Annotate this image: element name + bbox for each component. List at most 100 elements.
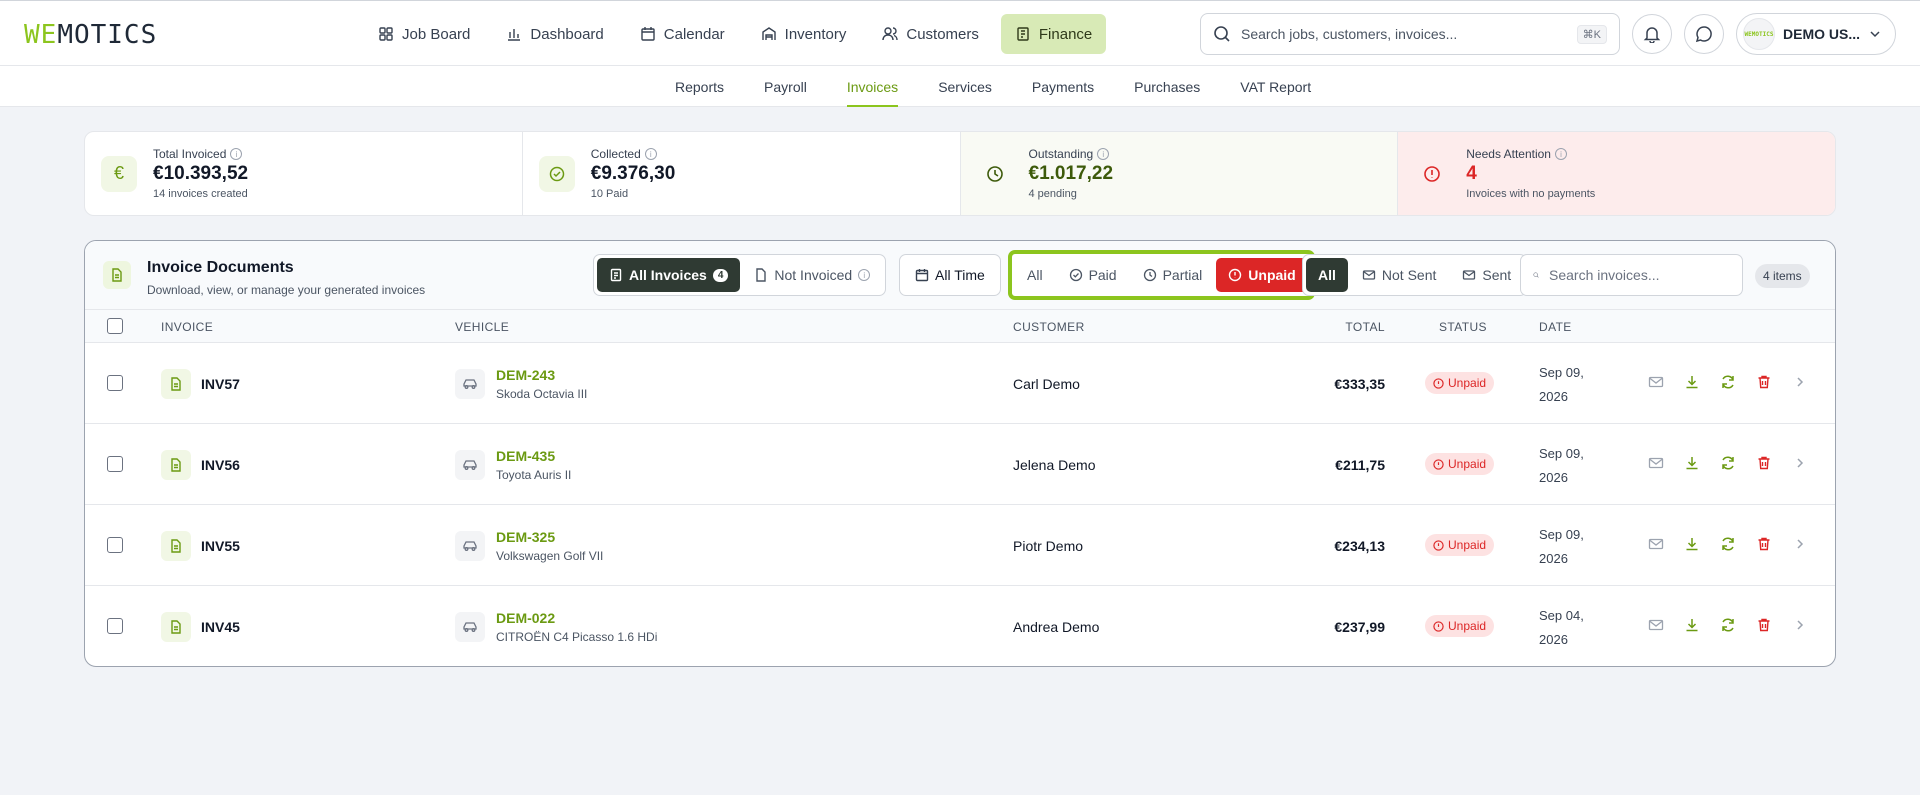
column-header-invoice[interactable]: INVOICE [161,320,213,334]
tab-invoices[interactable]: Invoices [827,66,918,107]
info-icon[interactable]: i [230,148,243,160]
filter-partial[interactable]: Partial [1131,258,1215,292]
invoice-search-input[interactable] [1549,267,1730,283]
invoice-number[interactable]: INV56 [201,457,240,473]
vehicle-plate-link[interactable]: DEM-022 [496,610,555,626]
delete-button[interactable] [1755,535,1773,553]
calendar-icon [915,269,929,282]
row-checkbox[interactable] [107,456,123,472]
filter-sent-all[interactable]: All [1306,258,1348,292]
row-expand-button[interactable] [1791,454,1809,472]
download-button[interactable] [1683,535,1701,553]
select-all-checkbox[interactable] [107,318,123,334]
nav-item-inventory[interactable]: Inventory [747,14,861,54]
filter-paid[interactable]: Paid [1057,258,1129,292]
stat-sub: 14 invoices created [153,188,248,200]
tab-payroll[interactable]: Payroll [744,66,827,107]
invoice-number[interactable]: INV55 [201,538,240,554]
user-menu[interactable]: WEMOTICS DEMO US... [1736,13,1896,55]
regenerate-button[interactable] [1719,535,1737,553]
car-icon [455,612,485,642]
global-search-input[interactable] [1241,26,1567,42]
filter-label: All Invoices [629,267,707,283]
send-email-button[interactable] [1647,535,1665,553]
messages-button[interactable] [1684,14,1724,54]
download-button[interactable] [1683,454,1701,472]
tab-payments[interactable]: Payments [1012,66,1114,107]
mail-icon [1648,376,1664,388]
filter-not-sent[interactable]: Not Sent [1350,258,1448,292]
nav-item-dashboard[interactable]: Dashboard [492,14,617,54]
column-header-total[interactable]: TOTAL [1345,320,1385,334]
regenerate-button[interactable] [1719,454,1737,472]
delete-button[interactable] [1755,616,1773,634]
info-icon[interactable]: i [644,148,657,160]
column-header-customer[interactable]: CUSTOMER [1013,320,1085,334]
invoice-search[interactable] [1520,254,1743,296]
vehicle-plate-link[interactable]: DEM-435 [496,448,555,464]
delete-button[interactable] [1755,454,1773,472]
alert-circle-icon [1433,377,1444,389]
row-checkbox[interactable] [107,618,123,634]
tab-services[interactable]: Services [918,66,1012,107]
filter-payment-all[interactable]: All [1015,258,1055,292]
tab-vat-report[interactable]: VAT Report [1220,66,1331,107]
invoice-number[interactable]: INV57 [201,376,240,392]
notifications-button[interactable] [1632,14,1672,54]
filter-unpaid[interactable]: Unpaid [1216,258,1308,292]
regenerate-button[interactable] [1719,373,1737,391]
table-row[interactable]: INV45 DEM-022 CITROËN C4 Picasso 1.6 HDi… [85,586,1835,666]
app-logo[interactable]: WEMOTICS [24,20,157,50]
filter-all-time[interactable]: All Time [903,258,997,292]
mail-icon [1648,457,1664,469]
row-expand-button[interactable] [1791,535,1809,553]
delete-button[interactable] [1755,373,1773,391]
nav-item-customers[interactable]: Customers [868,14,993,54]
regenerate-button[interactable] [1719,616,1737,634]
row-expand-button[interactable] [1791,616,1809,634]
invoice-date: Sep 09, 2026 [1539,365,1584,404]
filter-sent[interactable]: Sent [1450,258,1523,292]
send-email-button[interactable] [1647,616,1665,634]
send-email-button[interactable] [1647,373,1665,391]
nav-item-job-board[interactable]: Job Board [364,14,484,54]
column-header-date[interactable]: DATE [1539,320,1572,334]
global-search[interactable]: ⌘K [1200,13,1620,55]
nav-item-calendar[interactable]: Calendar [626,14,739,54]
info-icon[interactable]: i [1554,148,1567,160]
nav-item-finance[interactable]: Finance [1000,14,1107,54]
invoice-total: €211,75 [1335,457,1385,473]
vehicle-plate-link[interactable]: DEM-243 [496,367,555,383]
vehicle-plate-link[interactable]: DEM-325 [496,529,555,545]
filter-all-invoices[interactable]: All Invoices 4 [597,258,741,292]
tab-reports[interactable]: Reports [655,66,744,107]
tab-purchases[interactable]: Purchases [1114,66,1220,107]
bell-icon [1643,27,1661,43]
invoice-number[interactable]: INV45 [201,619,240,635]
column-header-status[interactable]: STATUS [1439,320,1487,334]
row-checkbox[interactable] [107,537,123,553]
document-icon [161,369,191,399]
table-row[interactable]: INV56 DEM-435 Toyota Auris II Jelena Dem… [85,424,1835,505]
download-button[interactable] [1683,373,1701,391]
invoiced-filter: All Invoices 4 Not Invoiced i [593,254,887,296]
row-checkbox[interactable] [107,375,123,391]
bar-chart-icon [508,29,521,41]
alert-circle-icon [1433,539,1444,551]
filter-label: Not Invoiced [774,267,853,283]
column-header-vehicle[interactable]: VEHICLE [455,320,509,334]
table-row[interactable]: INV55 DEM-325 Volkswagen Golf VII Piotr … [85,505,1835,586]
info-icon[interactable]: i [858,269,871,281]
filter-not-invoiced[interactable]: Not Invoiced i [742,258,882,292]
table-body: INV57 DEM-243 Skoda Octavia III Carl Dem… [85,343,1835,666]
send-email-button[interactable] [1647,454,1665,472]
check-circle-icon [538,155,575,192]
stat-value: €9.376,30 [590,163,676,184]
download-button[interactable] [1683,616,1701,634]
invoice-total: €333,35 [1334,376,1385,392]
row-expand-button[interactable] [1791,373,1809,391]
invoice-date: Sep 04, 2026 [1539,608,1584,647]
table-row[interactable]: INV57 DEM-243 Skoda Octavia III Carl Dem… [85,343,1835,424]
invoice-total: €237,99 [1334,619,1385,635]
info-icon[interactable]: i [1097,148,1110,160]
